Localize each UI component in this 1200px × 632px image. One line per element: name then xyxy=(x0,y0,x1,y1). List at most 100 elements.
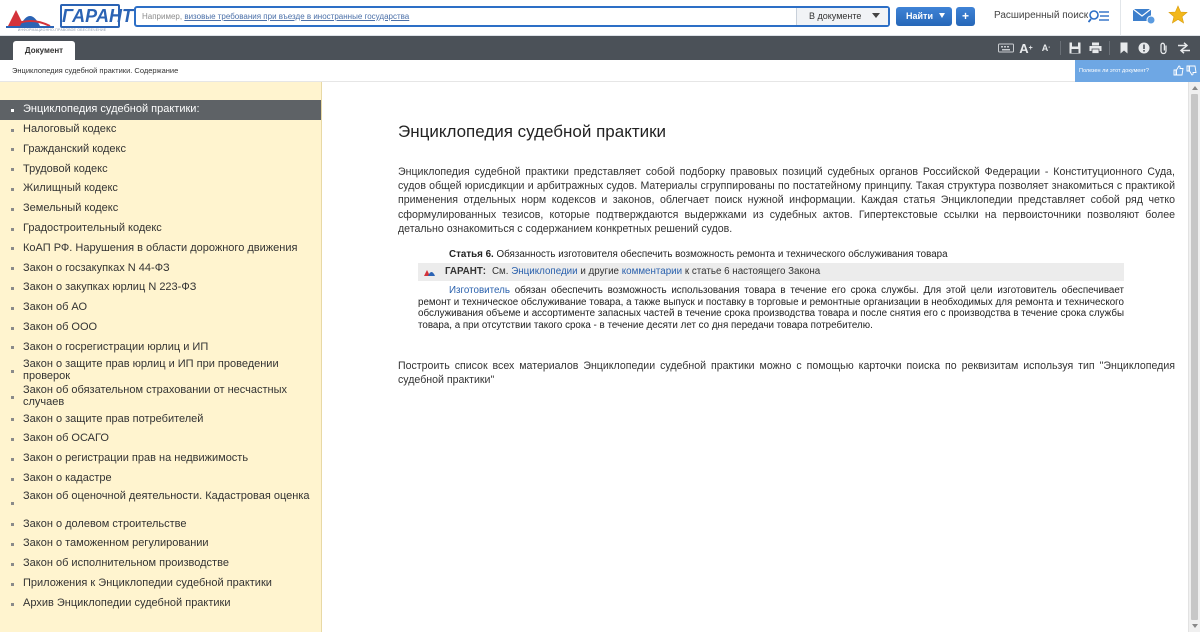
search-input[interactable]: Например, визовые требования при въезде … xyxy=(142,12,409,21)
bullet-icon xyxy=(11,346,14,350)
article-title: Обязанность изготовителя обеспечить возм… xyxy=(496,249,948,260)
star-icon[interactable] xyxy=(1168,5,1188,25)
sidebar-item[interactable]: Закон о регистрации прав на недвижимость xyxy=(0,449,321,469)
sidebar-item[interactable]: Закон об оценочной деятельности. Кадастр… xyxy=(0,489,321,515)
sidebar-item-label: Закон о долевом строительстве xyxy=(23,517,187,530)
scroll-thumb[interactable] xyxy=(1191,94,1198,620)
article-excerpt: Статья 6. Обязанность изготовителя обесп… xyxy=(418,248,1124,331)
sidebar-item[interactable]: Закон о госзакупках N 44-ФЗ xyxy=(0,258,321,278)
sidebar-item[interactable]: Закон о долевом строительстве xyxy=(0,515,321,535)
search-scope-label: В документе xyxy=(809,11,862,21)
bullet-icon xyxy=(11,563,14,567)
bookmark-icon[interactable] xyxy=(1114,39,1134,57)
mail-icon[interactable] xyxy=(1132,7,1156,25)
scroll-down-arrow-icon[interactable] xyxy=(1192,624,1198,628)
font-decrease-button[interactable]: A- xyxy=(1036,39,1056,57)
garant-note-brand: ГАРАНТ: xyxy=(445,266,486,277)
attachment-icon[interactable] xyxy=(1154,39,1174,57)
sidebar-item-label: Градостроительный кодекс xyxy=(23,221,162,234)
sidebar-item[interactable]: Закон о закупках юрлиц N 223-ФЗ xyxy=(0,278,321,298)
sidebar-item-label: Закон о регистрации прав на недвижимость xyxy=(23,452,249,465)
toolbar-divider xyxy=(1109,41,1110,55)
sidebar-item-label: Закон о защите прав юрлиц и ИП при прове… xyxy=(23,358,279,382)
bullet-icon xyxy=(11,108,14,112)
thumbs-up-icon[interactable] xyxy=(1173,65,1184,76)
sidebar-item[interactable]: Закон о таможенном регулировании xyxy=(0,534,321,554)
article-body: Изготовитель обязан обеспечить возможнос… xyxy=(418,285,1124,331)
sidebar-item[interactable]: Закон о госрегистрации юрлиц и ИП xyxy=(0,338,321,358)
comments-link[interactable]: комментарии xyxy=(622,266,682,277)
find-button[interactable]: Найти xyxy=(896,7,952,26)
info-icon[interactable] xyxy=(1134,39,1154,57)
scroll-up-arrow-icon[interactable] xyxy=(1192,86,1198,90)
encyclopedia-link[interactable]: Энциклопедии xyxy=(511,266,577,277)
feedback-panel: Полезен ли этот документ? xyxy=(1075,60,1200,82)
sidebar-item[interactable]: Энциклопедия судебной практики: xyxy=(0,100,321,120)
sidebar-item[interactable]: Трудовой кодекс xyxy=(0,159,321,179)
sidebar-item[interactable]: Закон о защите прав юрлиц и ИП при прове… xyxy=(0,357,321,383)
sidebar-item[interactable]: Закон о защите прав потребителей xyxy=(0,409,321,429)
font-increase-button[interactable]: A + xyxy=(1016,39,1036,57)
tab-document[interactable]: Документ xyxy=(13,41,75,60)
sidebar-item[interactable]: Архив Энциклопедии судебной практики xyxy=(0,594,321,614)
garant-logo-mark-icon xyxy=(6,10,54,28)
bullet-icon xyxy=(11,477,14,481)
sidebar-item[interactable]: Закон о кадастре xyxy=(0,469,321,489)
sidebar-item[interactable]: Градостроительный кодекс xyxy=(0,219,321,239)
bullet-icon xyxy=(11,128,14,132)
sidebar-item-label: Закон о госзакупках N 44-ФЗ xyxy=(23,261,170,274)
sidebar-item[interactable]: Закон об ОСАГО xyxy=(0,429,321,449)
thumbs-down-icon[interactable] xyxy=(1186,65,1197,76)
garant-note-mid: и другие xyxy=(577,266,622,277)
sidebar-item-label: Закон об АО xyxy=(23,301,88,314)
search-scope-select[interactable]: В документе xyxy=(796,8,888,25)
sidebar-item[interactable]: Закон об исполнительном производстве xyxy=(0,554,321,574)
advanced-search-icon[interactable] xyxy=(1088,9,1110,23)
bullet-icon xyxy=(11,602,14,606)
bullet-icon xyxy=(11,501,14,505)
breadcrumb-text: Энциклопедия судебной практики. Содержан… xyxy=(12,66,179,75)
sidebar-item[interactable]: Закон об ООО xyxy=(0,318,321,338)
add-search-button[interactable]: + xyxy=(956,7,975,26)
advanced-search-link[interactable]: Расширенный поиск xyxy=(994,10,1088,21)
bullet-icon xyxy=(11,418,14,422)
feedback-buttons xyxy=(1173,65,1197,76)
sidebar-item[interactable]: Жилищный кодекс xyxy=(0,179,321,199)
chevron-down-icon xyxy=(939,13,945,18)
article-number: Статья 6. xyxy=(449,249,494,260)
sidebar-item[interactable]: Закон об АО xyxy=(0,298,321,318)
sidebar-item[interactable]: Закон об обязательном страховании от нес… xyxy=(0,383,321,409)
article-heading: Статья 6. Обязанность изготовителя обесп… xyxy=(418,248,1124,261)
search-hint-link[interactable]: визовые требования при въезде в иностран… xyxy=(184,12,409,21)
sidebar-item[interactable]: Приложения к Энциклопедии судебной практ… xyxy=(0,574,321,594)
sidebar-item[interactable]: Налоговый кодекс xyxy=(0,120,321,140)
toolbar-divider xyxy=(1060,41,1061,55)
bullet-icon xyxy=(11,523,14,527)
sidebar-item-label: КоАП РФ. Нарушения в области дорожного д… xyxy=(23,241,298,254)
bullet-icon xyxy=(11,207,14,211)
bullet-icon xyxy=(11,247,14,251)
save-icon[interactable] xyxy=(1065,39,1085,57)
bullet-icon xyxy=(11,457,14,461)
swap-arrows-icon[interactable] xyxy=(1174,39,1194,57)
sidebar-item-label: Жилищный кодекс xyxy=(23,182,118,195)
sidebar-item-label: Закон об оценочной деятельности. Кадастр… xyxy=(23,489,310,502)
sidebar-item-label: Приложения к Энциклопедии судебной практ… xyxy=(23,577,272,590)
print-icon[interactable] xyxy=(1085,39,1105,57)
sidebar-item[interactable]: КоАП РФ. Нарушения в области дорожного д… xyxy=(0,239,321,259)
bullet-icon xyxy=(11,148,14,152)
sidebar-item[interactable]: Земельный кодекс xyxy=(0,199,321,219)
bullet-icon xyxy=(11,168,14,172)
bullet-icon xyxy=(11,326,14,330)
sidebar-item[interactable]: Гражданский кодекс xyxy=(0,140,321,160)
sidebar-item-label: Гражданский кодекс xyxy=(23,142,126,155)
search-box: Например, визовые требования при въезде … xyxy=(134,6,890,27)
garant-note-tail: к статье 6 настоящего Закона xyxy=(682,266,821,277)
garant-logo[interactable]: ГАРАНТ ИНФОРМАЦИОННО-ПРАВОВОЕ ОБЕСПЕЧЕНИ… xyxy=(4,2,133,34)
bullet-icon xyxy=(11,543,14,547)
keyboard-icon[interactable] xyxy=(996,39,1016,57)
document-scrollbar[interactable] xyxy=(1188,82,1200,632)
document-view: Энциклопедия судебной практики Энциклопе… xyxy=(322,82,1188,632)
sidebar-item-label: Закон об ООО xyxy=(23,320,98,333)
manufacturer-link[interactable]: Изготовитель xyxy=(449,285,510,296)
